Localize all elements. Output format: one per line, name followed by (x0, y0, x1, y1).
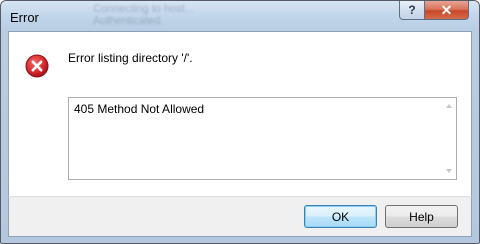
help-button[interactable]: Help (385, 205, 458, 228)
error-message: Error listing directory '/'. (68, 51, 193, 65)
error-icon (25, 54, 49, 78)
title-close-button[interactable]: ✕ (424, 1, 469, 20)
button-bar: OK Help (8, 196, 472, 237)
scroll-up-icon[interactable] (446, 104, 452, 108)
error-details-box[interactable]: 405 Method Not Allowed (68, 97, 457, 180)
title-bar[interactable]: Connecting to host... Authenticated. Err… (1, 1, 479, 31)
title-help-button[interactable]: ? (399, 1, 425, 20)
ok-button[interactable]: OK (304, 205, 377, 228)
background-ghost-text: Connecting to host... Authenticated. (93, 3, 194, 27)
vertical-scrollbar[interactable] (443, 98, 456, 179)
window-title: Error (10, 10, 39, 25)
error-dialog-window: Connecting to host... Authenticated. Err… (0, 0, 480, 244)
error-details-text[interactable]: 405 Method Not Allowed (74, 102, 204, 116)
scroll-down-icon[interactable] (446, 169, 452, 173)
question-mark-icon: ? (408, 3, 416, 17)
close-icon: ✕ (440, 1, 453, 18)
dialog-content: Error listing directory '/'. 405 Method … (8, 31, 472, 196)
